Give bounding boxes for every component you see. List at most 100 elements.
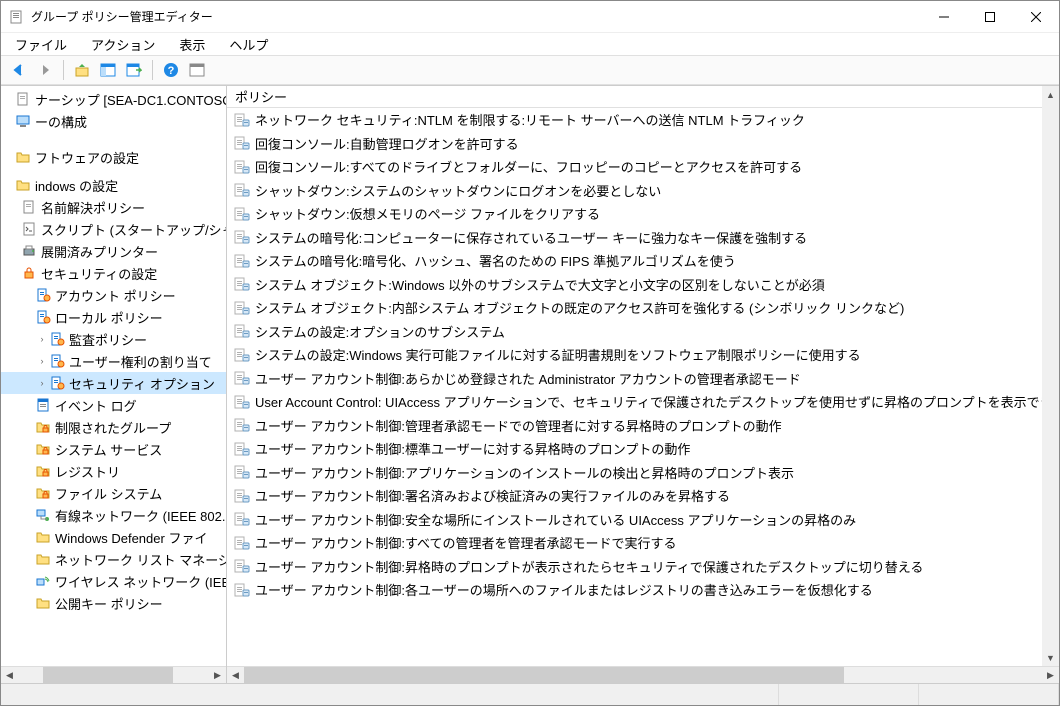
tree-item[interactable]: indows の設定 <box>1 174 226 196</box>
list-item[interactable]: 回復コンソール:すべてのドライブとフォルダーに、フロッピーのコピーとアクセスを許… <box>227 155 1059 179</box>
list-column-header[interactable]: ポリシー <box>227 86 1059 108</box>
policy-icon <box>35 287 51 303</box>
menu-help[interactable]: ヘルプ <box>223 33 274 56</box>
scroll-left-icon[interactable]: ◀ <box>1 667 18 683</box>
scroll-right-icon[interactable]: ▶ <box>1042 667 1059 683</box>
tree-expander-icon[interactable]: › <box>35 332 49 346</box>
scroll-down-icon[interactable]: ▼ <box>1042 649 1059 666</box>
list-item[interactable]: シャットダウン:仮想メモリのページ ファイルをクリアする <box>227 202 1059 226</box>
tree-expander-icon <box>21 288 35 302</box>
list-item[interactable]: ユーザー アカウント制御:安全な場所にインストールされている UIAccess … <box>227 508 1059 532</box>
list-item[interactable]: ユーザー アカウント制御:昇格時のプロンプトが表示されたらセキュリティで保護され… <box>227 555 1059 579</box>
scroll-right-icon[interactable]: ▶ <box>209 667 226 683</box>
list-item[interactable]: シャットダウン:システムのシャットダウンにログオンを必要としない <box>227 179 1059 203</box>
tree-view[interactable]: ナーシップ [SEA-DC1.CONTOSCOーの構成フトウェアの設定 indow… <box>1 86 226 666</box>
tree-expander-icon[interactable]: › <box>35 376 49 390</box>
scroll-up-icon[interactable]: ▲ <box>1042 86 1059 103</box>
tree-expander-icon[interactable]: › <box>35 354 49 368</box>
list-item[interactable]: システムの設定:オプションのサブシステム <box>227 320 1059 344</box>
app-icon <box>9 9 25 25</box>
help-button[interactable]: ? <box>159 58 183 82</box>
tree-item[interactable]: 制限されたグループ <box>1 416 226 438</box>
menu-view[interactable]: 表示 <box>173 33 211 56</box>
tree-item[interactable]: ›セキュリティ オプション <box>1 372 226 394</box>
minimize-button[interactable] <box>921 2 967 32</box>
export-list-button[interactable] <box>122 58 146 82</box>
show-hide-tree-button[interactable] <box>96 58 120 82</box>
list-item-label: ユーザー アカウント制御:昇格時のプロンプトが表示されたらセキュリティで保護され… <box>255 557 923 576</box>
list-item[interactable]: システムの暗号化:暗号化、ハッシュ、署名のための FIPS 準拠アルゴリズムを使… <box>227 249 1059 273</box>
tree-item-label: 名前解決ポリシー <box>41 198 145 217</box>
list-item[interactable]: ユーザー アカウント制御:管理者承認モードでの管理者に対する昇格時のプロンプトの… <box>227 414 1059 438</box>
list-hscrollbar[interactable]: ◀ ▶ <box>227 666 1059 683</box>
list-item-label: ユーザー アカウント制御:アプリケーションのインストールの検出と昇格時のプロンプ… <box>255 463 794 482</box>
tree-item[interactable]: イベント ログ <box>1 394 226 416</box>
list-hscroll-thumb[interactable] <box>244 667 844 683</box>
tree-hscroll-thumb[interactable] <box>43 667 173 683</box>
nav-back-button[interactable] <box>7 58 31 82</box>
tree-item-label: indows の設定 <box>35 176 118 195</box>
tree-item[interactable]: フトウェアの設定 <box>1 146 226 168</box>
tree-item[interactable]: ファイル システム <box>1 482 226 504</box>
tree-item-label: イベント ログ <box>55 396 137 415</box>
list-item[interactable]: ユーザー アカウント制御:すべての管理者を管理者承認モードで実行する <box>227 531 1059 555</box>
list-item[interactable]: システム オブジェクト:内部システム オブジェクトの既定のアクセス許可を強化する… <box>227 296 1059 320</box>
list-item-label: システムの暗号化:暗号化、ハッシュ、署名のための FIPS 準拠アルゴリズムを使… <box>255 251 736 270</box>
extra-view-button[interactable] <box>185 58 209 82</box>
nav-forward-button[interactable] <box>33 58 57 82</box>
list-item[interactable]: ユーザー アカウント制御:署名済みおよび検証済みの実行ファイルのみを昇格する <box>227 484 1059 508</box>
close-button[interactable] <box>1013 2 1059 32</box>
tree-expander-icon <box>21 530 35 544</box>
tree-item[interactable]: › ユーザー権利の割り当て <box>1 350 226 372</box>
tree-item[interactable]: 名前解決ポリシー <box>1 196 226 218</box>
list-item[interactable]: システム オブジェクト:Windows 以外のサブシステムで大文字と小文字の区別… <box>227 273 1059 297</box>
tree-hscrollbar[interactable]: ◀ ▶ <box>1 666 226 683</box>
scroll-left-icon[interactable]: ◀ <box>227 667 244 683</box>
list-item[interactable]: User Account Control: UIAccess アプリケーションで… <box>227 390 1059 414</box>
list-item[interactable]: システムの暗号化:コンピューターに保存されているユーザー キーに強力なキー保護を… <box>227 226 1059 250</box>
up-level-button[interactable] <box>70 58 94 82</box>
tree-item[interactable]: ーの構成 <box>1 110 226 132</box>
tree-item[interactable]: システム サービス <box>1 438 226 460</box>
tree-item[interactable]: ローカル ポリシー <box>1 306 226 328</box>
tree-item[interactable]: 有線ネットワーク (IEEE 802.3 <box>1 504 226 526</box>
policy-item-icon <box>233 182 251 198</box>
list-item[interactable]: ユーザー アカウント制御:各ユーザーの場所へのファイルまたはレジストリの書き込み… <box>227 578 1059 602</box>
tree-item-label: ユーザー権利の割り当て <box>69 352 212 371</box>
list-item[interactable]: システムの設定:Windows 実行可能ファイルに対する証明書規則をソフトウェア… <box>227 343 1059 367</box>
tree-item[interactable]: 展開済みプリンター <box>1 240 226 262</box>
tree-item[interactable]: スクリプト (スタートアップ/シャットダ <box>1 218 226 240</box>
list-item-label: 回復コンソール:すべてのドライブとフォルダーに、フロッピーのコピーとアクセスを許… <box>255 157 802 176</box>
list-vscrollbar[interactable]: ▲ ▼ <box>1042 86 1059 666</box>
network-icon <box>35 507 51 523</box>
tree-item[interactable]: ネットワーク リスト マネージャー <box>1 548 226 570</box>
list-item[interactable]: 回復コンソール:自動管理ログオンを許可する <box>227 132 1059 156</box>
tree-item[interactable]: レジストリ <box>1 460 226 482</box>
policy-item-icon <box>233 112 251 128</box>
tree-item[interactable]: Windows Defender ファイ <box>1 526 226 548</box>
list-item[interactable]: ネットワーク セキュリティ:NTLM を制限する:リモート サーバーへの送信 N… <box>227 108 1059 132</box>
menu-action[interactable]: アクション <box>85 33 161 56</box>
tree-item[interactable]: ナーシップ [SEA-DC1.CONTOSCO <box>1 88 226 110</box>
list-item-label: システムの設定:オプションのサブシステム <box>255 322 505 341</box>
tree-item-label: ナーシップ [SEA-DC1.CONTOSCO <box>35 90 226 109</box>
tree-item[interactable]: 公開キー ポリシー <box>1 592 226 614</box>
tree-item[interactable]: ›監査ポリシー <box>1 328 226 350</box>
tree-item[interactable]: アカウント ポリシー <box>1 284 226 306</box>
script-icon <box>21 221 37 237</box>
tree-item[interactable]: ワイヤレス ネットワーク (IEEE ８ <box>1 570 226 592</box>
policy-item-icon <box>233 441 251 457</box>
list-item-label: 回復コンソール:自動管理ログオンを許可する <box>255 134 519 153</box>
list-item[interactable]: ユーザー アカウント制御:アプリケーションのインストールの検出と昇格時のプロンプ… <box>227 461 1059 485</box>
maximize-button[interactable] <box>967 2 1013 32</box>
tree-item-label: ファイル システム <box>55 484 162 503</box>
folder-lock-icon <box>35 485 51 501</box>
tree-item[interactable]: セキュリティの設定 <box>1 262 226 284</box>
policy-icon <box>49 331 65 347</box>
list-item[interactable]: ユーザー アカウント制御:標準ユーザーに対する昇格時のプロンプトの動作 <box>227 437 1059 461</box>
menu-file[interactable]: ファイル <box>9 33 73 56</box>
tree-item-label: アカウント ポリシー <box>55 286 176 305</box>
policy-item-icon <box>233 347 251 363</box>
list-view[interactable]: ネットワーク セキュリティ:NTLM を制限する:リモート サーバーへの送信 N… <box>227 108 1059 666</box>
list-item[interactable]: ユーザー アカウント制御:あらかじめ登録された Administrator アカ… <box>227 367 1059 391</box>
